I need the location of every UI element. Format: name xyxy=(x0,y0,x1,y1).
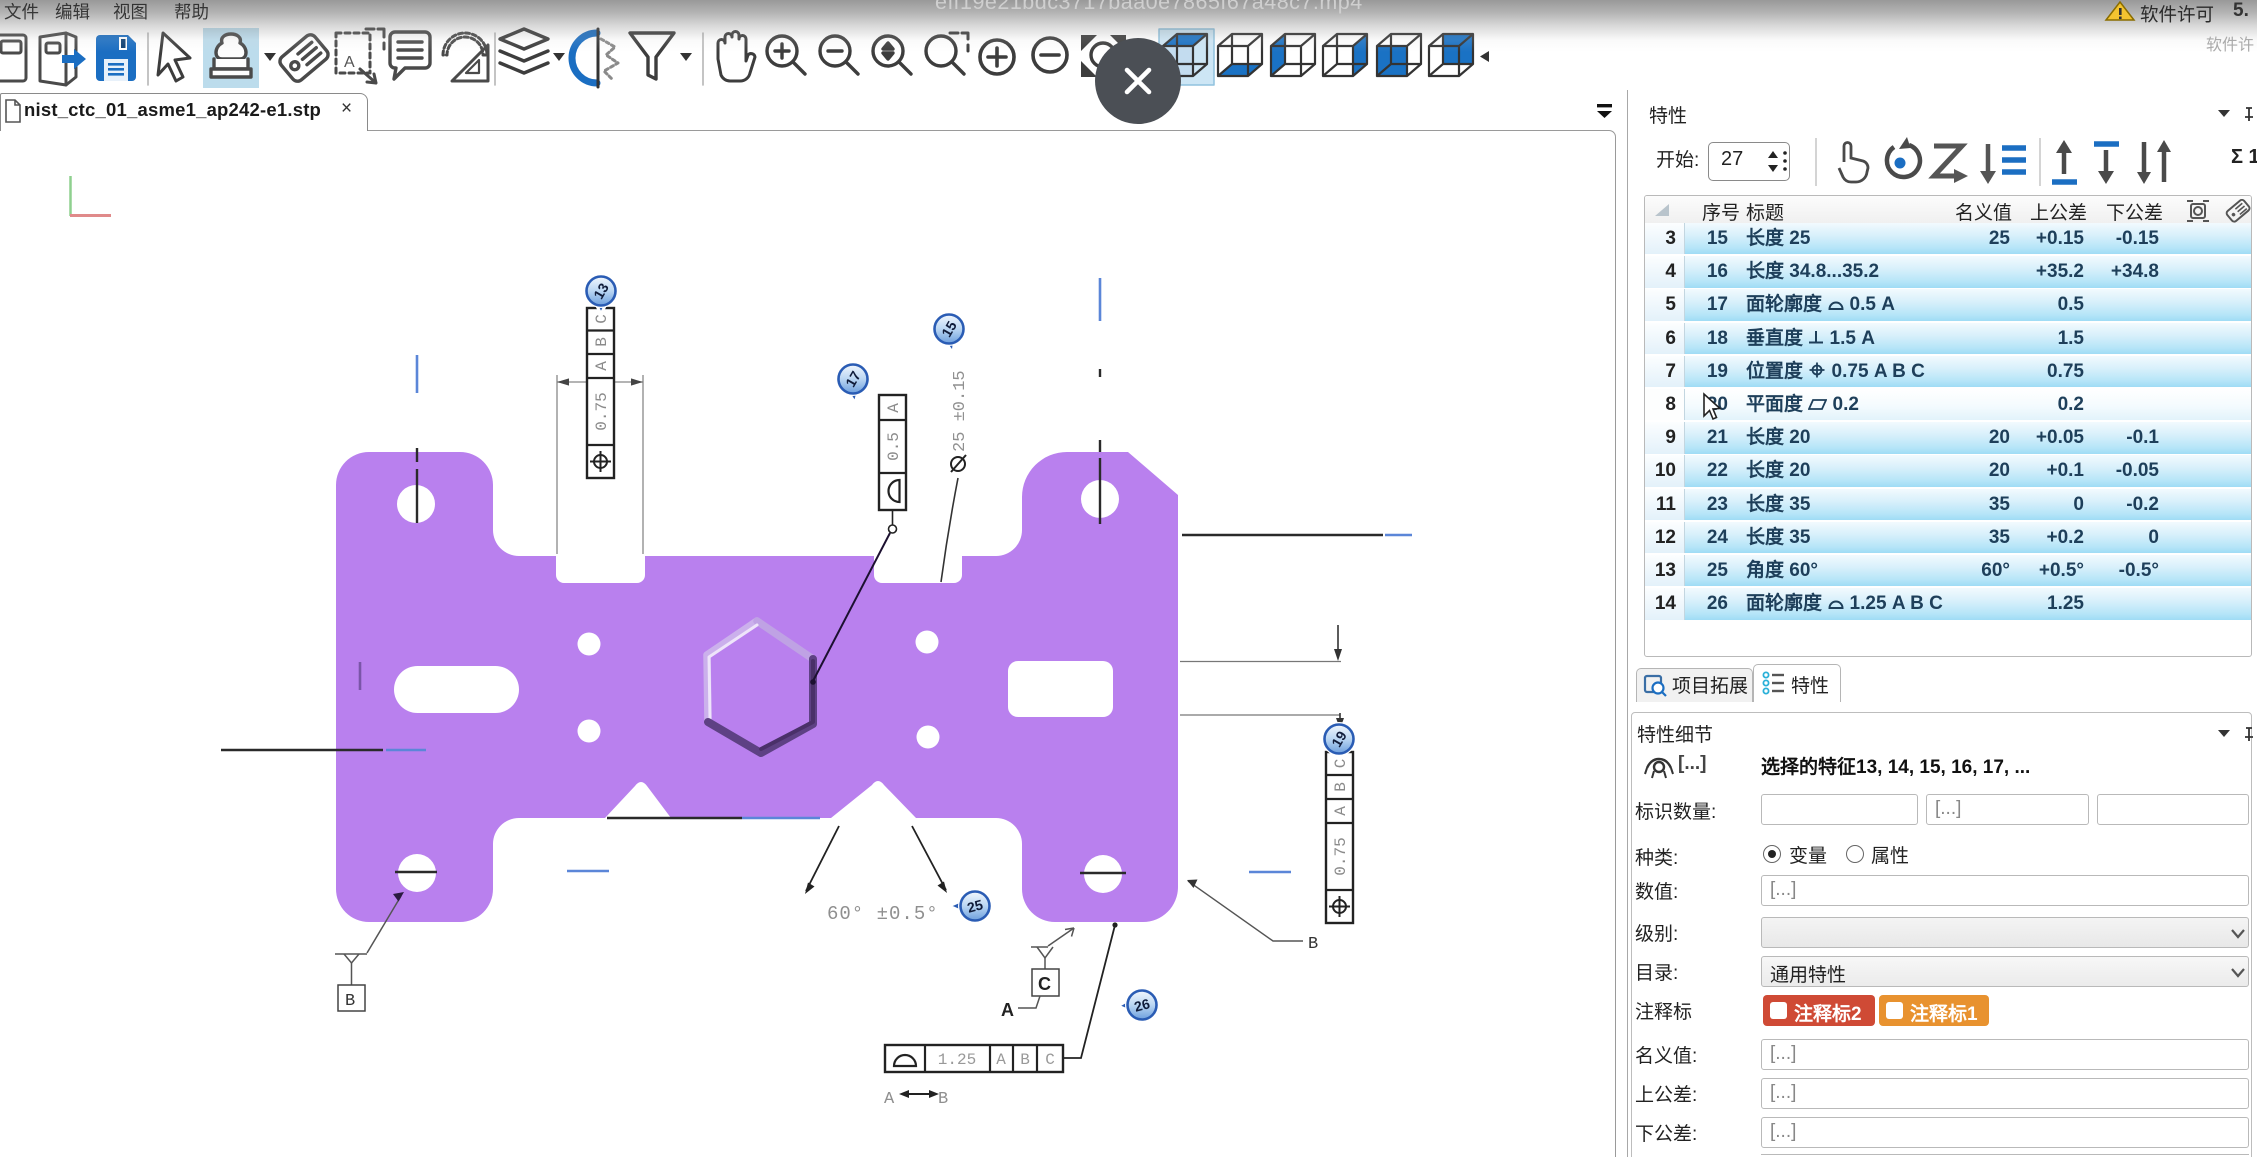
svg-text:0.5: 0.5 xyxy=(885,432,903,461)
svg-text:60° ±0.5°: 60° ±0.5° xyxy=(827,903,939,925)
svg-text:C: C xyxy=(1332,759,1350,769)
svg-text:A: A xyxy=(885,403,903,413)
svg-text:A: A xyxy=(1001,1000,1014,1020)
svg-text:B: B xyxy=(938,1090,948,1109)
svg-text:C: C xyxy=(593,314,611,324)
svg-text:1.25: 1.25 xyxy=(938,1051,976,1069)
svg-text:A: A xyxy=(593,361,611,371)
svg-text:25 ±0.15: 25 ±0.15 xyxy=(951,370,970,452)
svg-text:B: B xyxy=(1332,782,1350,792)
svg-text:0.75: 0.75 xyxy=(1332,837,1350,875)
svg-text:C: C xyxy=(1038,974,1051,994)
svg-text:0.75: 0.75 xyxy=(593,392,611,430)
svg-text:A: A xyxy=(344,54,355,71)
svg-text:A: A xyxy=(1332,806,1350,816)
svg-text:A: A xyxy=(884,1090,895,1109)
svg-text:B: B xyxy=(593,337,611,347)
svg-text:B: B xyxy=(1308,935,1318,954)
svg-text:C: C xyxy=(1045,1051,1055,1069)
svg-text:B: B xyxy=(1020,1051,1030,1069)
svg-text:A: A xyxy=(996,1051,1006,1069)
svg-text:B: B xyxy=(345,992,355,1011)
